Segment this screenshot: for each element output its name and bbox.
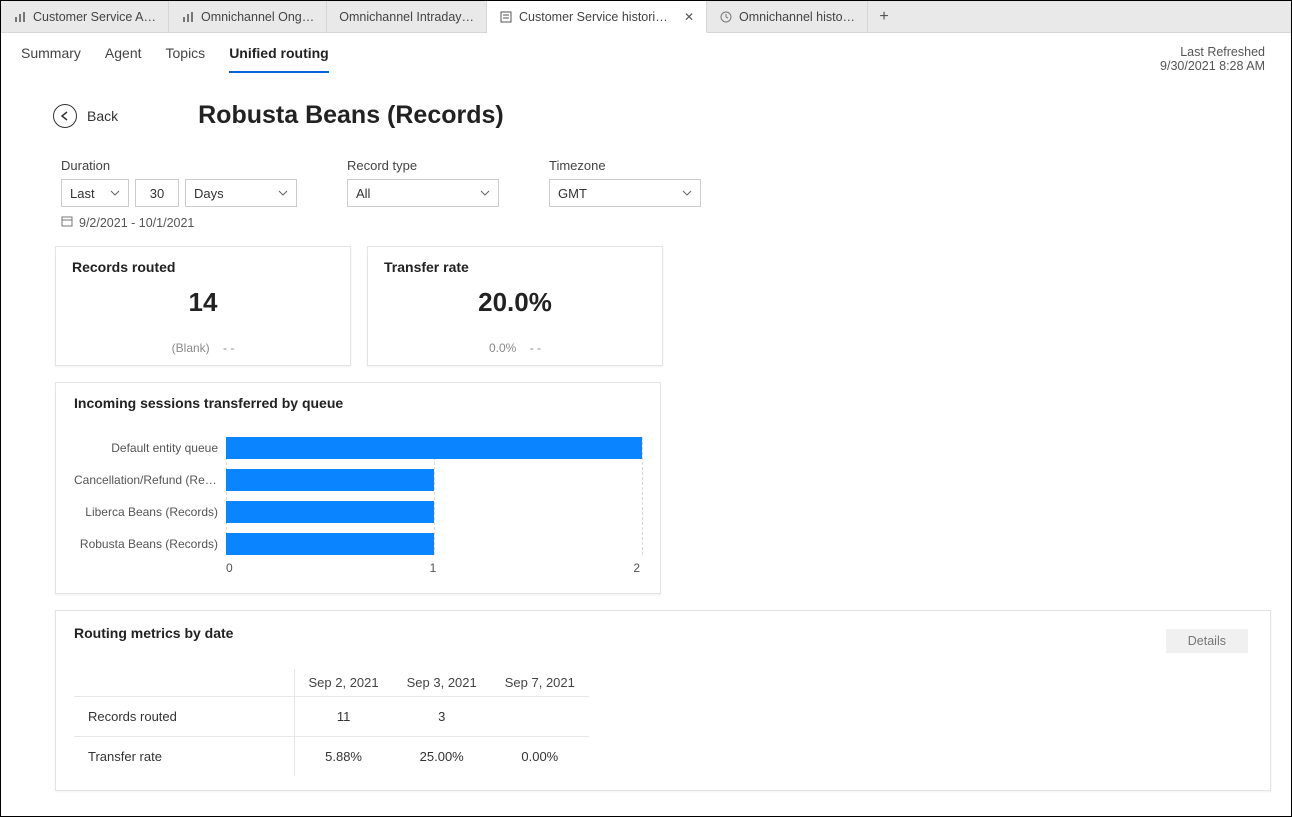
chevron-down-icon [682, 188, 692, 198]
timezone-select[interactable]: GMT [549, 179, 701, 207]
page-header: Back Robusta Beans (Records) [1, 73, 1291, 140]
clock-icon [719, 10, 733, 24]
chevron-down-icon [480, 188, 490, 198]
kpi-row: Records routed 14 (Blank) - - Transfer r… [1, 230, 1291, 366]
chevron-down-icon [278, 188, 288, 198]
window-tab-0[interactable]: Customer Service A… [1, 1, 169, 33]
chart-bar[interactable] [226, 469, 434, 491]
chart-bars [226, 437, 642, 555]
metrics-cell [491, 697, 589, 737]
window-tab-label: Customer Service A… [33, 10, 156, 24]
metrics-column-header: Sep 7, 2021 [491, 669, 589, 697]
filter-label: Record type [347, 158, 499, 173]
window-tab-label: Omnichannel Ong… [201, 10, 314, 24]
subnav-agent[interactable]: Agent [105, 45, 142, 73]
kpi-value: 14 [72, 287, 334, 318]
filters-row: Duration Last 30 Days Record type All Ti… [1, 140, 1291, 207]
back-label: Back [87, 108, 118, 124]
subnav-summary[interactable]: Summary [21, 45, 81, 73]
chart-area: Default entity queue Cancellation/Refund … [74, 437, 642, 575]
window-tab-3[interactable]: Customer Service historic… ✕ [487, 1, 707, 33]
chart-y-label: Liberca Beans (Records) [74, 501, 226, 523]
details-button[interactable]: Details [1166, 629, 1248, 653]
subnav-unified-routing[interactable]: Unified routing [229, 45, 329, 73]
chevron-down-icon [110, 188, 120, 198]
date-range-text: 9/2/2021 - 10/1/2021 [79, 216, 194, 230]
window-tabstrip: Customer Service A… Omnichannel Ong… Omn… [1, 1, 1291, 33]
duration-period-select[interactable]: Last [61, 179, 129, 207]
filter-timezone: Timezone GMT [549, 158, 701, 207]
metrics-table: Sep 2, 2021Sep 3, 2021Sep 7, 2021 Record… [74, 669, 589, 776]
filter-label: Duration [61, 158, 297, 173]
close-icon[interactable]: ✕ [684, 10, 694, 24]
chart-x-axis: 0 1 2 [226, 561, 642, 575]
chart-y-label: Cancellation/Refund (Rec… [74, 469, 226, 491]
subnav-topics[interactable]: Topics [166, 45, 206, 73]
kpi-value: 20.0% [384, 287, 646, 318]
metrics-row-label: Transfer rate [74, 737, 294, 777]
chart-y-label: Robusta Beans (Records) [74, 533, 226, 555]
chart-icon [13, 10, 27, 24]
window-tab-label: Customer Service historic… [519, 10, 672, 24]
metrics-cell: 3 [393, 697, 491, 737]
metrics-cell: 0.00% [491, 737, 589, 777]
metrics-title: Routing metrics by date [74, 625, 1252, 641]
kpi-foot: 0.0% - - [368, 341, 662, 355]
kpi-title: Transfer rate [384, 259, 646, 275]
chart-x-tick: 0 [226, 561, 233, 575]
calendar-icon [61, 215, 73, 230]
kpi-title: Records routed [72, 259, 334, 275]
filter-label: Timezone [549, 158, 701, 173]
chart-x-tick: 2 [633, 561, 640, 575]
chart-x-tick: 1 [430, 561, 437, 575]
metrics-row-label: Records routed [74, 697, 294, 737]
new-tab-button[interactable]: + [868, 1, 900, 33]
metrics-cell: 11 [294, 697, 393, 737]
chart-title: Incoming sessions transferred by queue [74, 395, 642, 411]
last-refreshed: Last Refreshed 9/30/2021 8:28 AM [1160, 45, 1271, 73]
kpi-foot: (Blank) - - [56, 341, 350, 355]
date-range: 9/2/2021 - 10/1/2021 [1, 207, 1291, 230]
subnav-row: Summary Agent Topics Unified routing Las… [1, 33, 1291, 73]
metrics-cell: 25.00% [393, 737, 491, 777]
table-row: Transfer rate5.88%25.00%0.00% [74, 737, 589, 777]
filter-duration: Duration Last 30 Days [61, 158, 297, 207]
duration-unit-select[interactable]: Days [185, 179, 297, 207]
metrics-column-header: Sep 2, 2021 [294, 669, 393, 697]
subnav: Summary Agent Topics Unified routing [21, 45, 329, 73]
chart-icon [181, 10, 195, 24]
window-tab-label: Omnichannel histo… [739, 10, 855, 24]
report-icon [499, 10, 513, 24]
page-title: Robusta Beans (Records) [198, 101, 504, 130]
chart-y-label: Default entity queue [74, 437, 226, 459]
arrow-left-icon [53, 104, 77, 128]
chart-card: Incoming sessions transferred by queue D… [55, 382, 661, 594]
window-tab-2[interactable]: Omnichannel Intraday… [327, 1, 487, 33]
filter-record-type: Record type All [347, 158, 499, 207]
last-refreshed-value: 9/30/2021 8:28 AM [1160, 59, 1265, 73]
table-row: Records routed113 [74, 697, 589, 737]
chart-bars-wrap: 0 1 2 [226, 437, 642, 575]
back-button[interactable]: Back [53, 104, 118, 128]
metrics-card: Routing metrics by date Details Sep 2, 2… [55, 610, 1271, 791]
window-tab-4[interactable]: Omnichannel histo… [707, 1, 868, 33]
window-tab-1[interactable]: Omnichannel Ong… [169, 1, 327, 33]
kpi-records-routed: Records routed 14 (Blank) - - [55, 246, 351, 366]
chart-bar[interactable] [226, 437, 642, 459]
chart-bar[interactable] [226, 533, 434, 555]
record-type-select[interactable]: All [347, 179, 499, 207]
metrics-column-header: Sep 3, 2021 [393, 669, 491, 697]
window-tab-label: Omnichannel Intraday… [339, 10, 474, 24]
chart-bar[interactable] [226, 501, 434, 523]
kpi-transfer-rate: Transfer rate 20.0% 0.0% - - [367, 246, 663, 366]
chart-y-labels: Default entity queue Cancellation/Refund … [74, 437, 226, 575]
metrics-cell: 5.88% [294, 737, 393, 777]
duration-count-input[interactable]: 30 [135, 179, 179, 207]
last-refreshed-label: Last Refreshed [1160, 45, 1265, 59]
